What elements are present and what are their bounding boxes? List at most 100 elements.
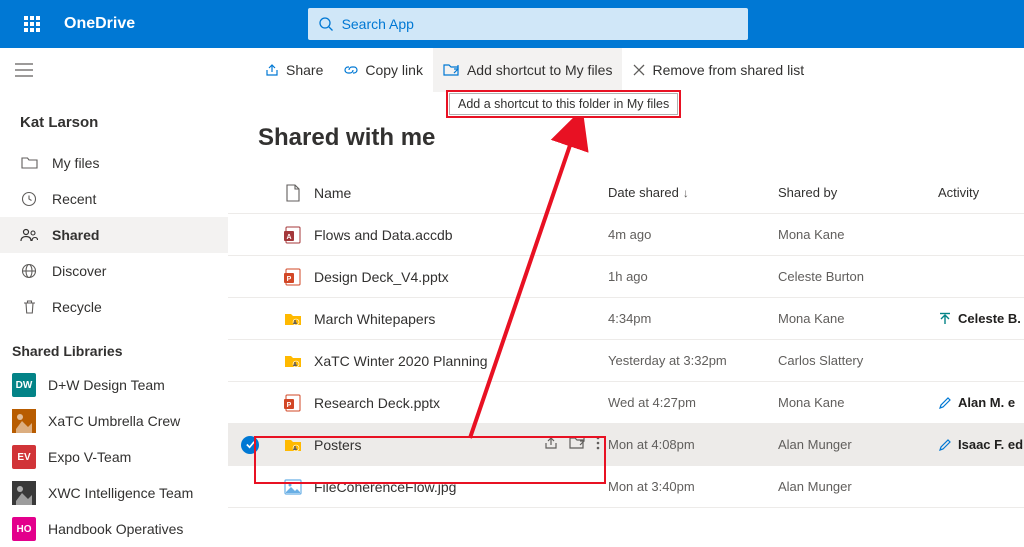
pencil-icon [938,396,952,410]
file-name[interactable]: Flows and Data.accdb [314,227,453,243]
file-name[interactable]: FileCoherenceFlow.jpg [314,479,456,495]
library-icon: DW [12,373,36,397]
table-row[interactable]: March Whitepapers 4:34pmMona KaneCeleste … [228,298,1024,340]
table-row[interactable]: PDesign Deck_V4.pptx1h agoCeleste Burton [228,256,1024,298]
nav-label: Recent [52,191,96,207]
file-name[interactable]: XaTC Winter 2020 Planning [314,353,488,369]
clock-icon [20,191,38,207]
app-launcher-button[interactable] [8,0,56,48]
date-shared: Yesterday at 3:32pm [608,353,778,368]
file-name[interactable]: March Whitepapers [314,311,435,327]
search-box[interactable]: Search App [308,8,748,40]
table-row[interactable]: PostersMon at 4:08pmAlan MungerIsaac F. … [228,424,1024,466]
close-icon [632,63,646,77]
shared-by: Alan Munger [778,479,938,494]
nav-my-files[interactable]: My files [0,145,228,181]
row-more-icon[interactable] [596,435,600,454]
library-label: Expo V-Team [48,449,131,465]
file-type-icon: P [272,393,314,413]
file-name[interactable]: Research Deck.pptx [314,395,440,411]
nav-discover[interactable]: Discover [0,253,228,289]
library-item[interactable]: EV Expo V-Team [0,439,228,475]
file-icon-header[interactable] [272,184,314,202]
copy-link-label: Copy link [365,62,423,78]
table-row[interactable]: PResearch Deck.pptx Wed at 4:27pmMona Kan… [228,382,1024,424]
date-shared: 1h ago [608,269,778,284]
shared-by: Mona Kane [778,227,938,242]
nav-recent[interactable]: Recent [0,181,228,217]
file-type-icon [272,477,314,497]
file-type-icon: P [272,267,314,287]
remove-shared-label: Remove from shared list [652,62,804,78]
library-label: D+W Design Team [48,377,165,393]
main-area: Kat Larson My files Recent Shared Discov… [0,92,1024,547]
nav-shared[interactable]: Shared [0,217,228,253]
product-name: OneDrive [64,15,135,33]
search-wrap: Search App [308,8,748,40]
toolbar: Share Copy link Add shortcut to My files… [0,48,1024,92]
svg-text:A: A [286,234,291,241]
nav-recycle[interactable]: Recycle [0,289,228,325]
activity-text: Isaac F. ed [958,437,1023,452]
open-arrow-icon [938,312,952,326]
pencil-icon [938,438,952,452]
nav-label: My files [52,155,99,171]
file-name[interactable]: Design Deck_V4.pptx [314,269,449,285]
library-item[interactable]: HOHandbook Operatives [0,511,228,547]
activity-cell: Alan M. e [938,395,1024,410]
svg-text:P: P [287,276,292,283]
library-icon: EV [12,445,36,469]
search-placeholder: Search App [342,16,414,32]
library-label: XaTC Umbrella Crew [48,413,180,429]
library-item[interactable]: DW D+W Design Team [0,367,228,403]
col-header-date[interactable]: Date shared↓ [608,185,778,200]
row-share-icon[interactable] [543,435,559,454]
file-type-icon [272,309,314,329]
add-shortcut-label: Add shortcut to My files [467,62,613,78]
shared-by: Mona Kane [778,395,938,410]
copy-link-button[interactable]: Copy link [333,48,433,92]
row-shortcut-icon[interactable] [569,435,586,454]
folder-icon [20,156,38,170]
date-shared: Mon at 3:40pm [608,479,778,494]
activity-cell: Celeste B. [938,311,1024,326]
nav-label: Shared [52,227,99,243]
date-shared: 4m ago [608,227,778,242]
tooltip-text: Add a shortcut to this folder in My file… [449,93,678,115]
table-row[interactable]: XaTC Winter 2020 Planning Yesterday at 3:… [228,340,1024,382]
file-type-icon: A [272,225,314,245]
col-header-activity[interactable]: Activity [938,185,1024,200]
share-button[interactable]: Share [254,48,333,92]
waffle-icon [24,16,40,32]
app-header: OneDrive Search App [0,0,1024,48]
shared-by: Carlos Slattery [778,353,938,368]
activity-cell: Isaac F. ed [938,437,1024,452]
user-name: Kat Larson [0,108,228,145]
row-select[interactable] [228,436,272,454]
library-label: XWC Intelligence Team [48,485,193,501]
date-shared: Wed at 4:27pm [608,395,778,410]
sidebar: Kat Larson My files Recent Shared Discov… [0,92,228,547]
file-name[interactable]: Posters [314,437,361,453]
col-header-name[interactable]: Name [314,185,608,201]
table-row[interactable]: FileCoherenceFlow.jpg Mon at 3:40pmAlan M… [228,466,1024,508]
file-table: Name Date shared↓ Shared by Activity A Fl… [228,172,1024,508]
shared-by: Alan Munger [778,437,938,452]
col-header-shared-by[interactable]: Shared by [778,185,938,200]
sort-down-icon: ↓ [683,186,689,200]
trash-icon [20,299,38,315]
search-icon [318,16,334,32]
hamburger-icon [15,63,33,77]
library-item[interactable]: XWC Intelligence Team [0,475,228,511]
shared-by: Mona Kane [778,311,938,326]
hamburger-button[interactable] [0,63,48,77]
link-icon [343,62,359,78]
nav-label: Discover [52,263,106,279]
add-shortcut-button[interactable]: Add shortcut to My files [433,48,623,92]
selected-check-icon[interactable] [241,436,259,454]
library-item[interactable]: XaTC Umbrella Crew [0,403,228,439]
table-row[interactable]: A Flows and Data.accdb 4m agoMona Kane [228,214,1024,256]
remove-shared-button[interactable]: Remove from shared list [622,48,814,92]
date-shared: 4:34pm [608,311,778,326]
tooltip-annotation: Add a shortcut to this folder in My file… [446,90,681,118]
